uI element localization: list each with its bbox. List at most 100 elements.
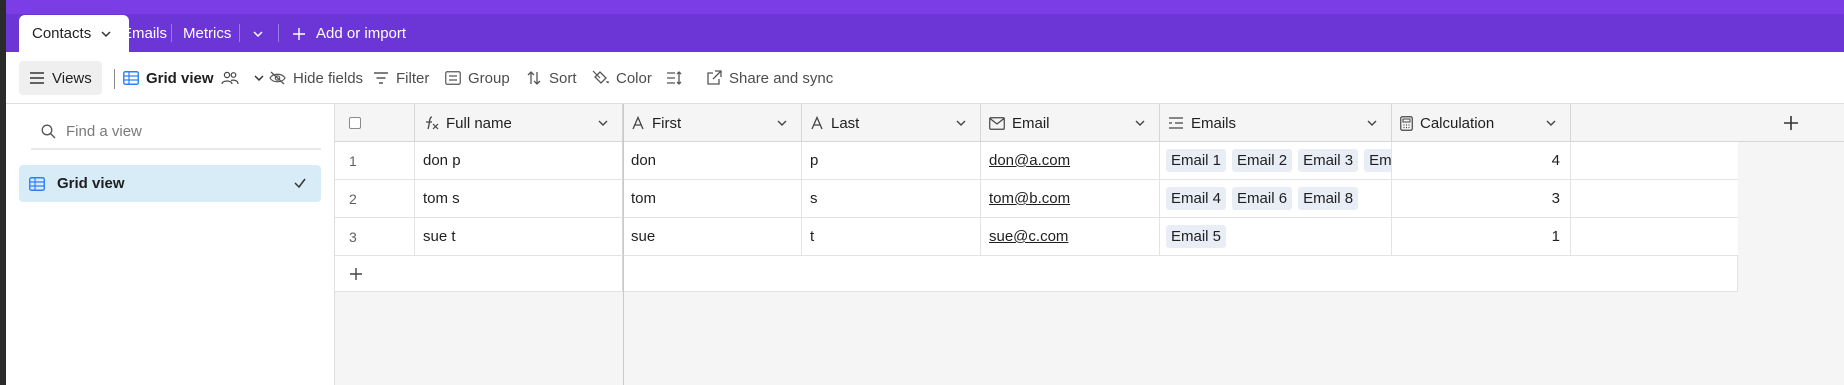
cell-email[interactable]: tom@b.com	[981, 180, 1160, 217]
email-link[interactable]: don@a.com	[989, 152, 1070, 169]
add-record-button[interactable]	[335, 256, 623, 291]
calculator-icon	[1400, 115, 1413, 131]
table-row[interactable]: 2 tom s tom s tom@b.com Email 4 Email 6 …	[335, 180, 1738, 218]
sidebar-item-grid-view[interactable]: Grid view	[19, 165, 321, 202]
grid-view-switcher[interactable]: Grid view	[123, 61, 266, 95]
eye-slash-icon	[269, 71, 286, 85]
cell-emails[interactable]: Email 1 Email 2 Email 3 Email 7	[1160, 142, 1392, 179]
grid-body: 1 don p don p don@a.com Email 1 Email 2 …	[335, 142, 1738, 292]
sort-icon	[527, 71, 541, 85]
chevron-down-icon	[1135, 120, 1145, 126]
tab-contacts[interactable]: Contacts	[19, 15, 129, 52]
find-view-search	[31, 114, 321, 150]
linked-record-pill[interactable]: Email 6	[1232, 187, 1293, 210]
tab-separator	[239, 24, 240, 42]
cell-first[interactable]: sue	[623, 218, 802, 255]
more-tabs-button[interactable]	[251, 15, 265, 52]
cell-first[interactable]: tom	[623, 180, 802, 217]
cell-calculation[interactable]: 4	[1392, 142, 1571, 179]
chevron-down-icon	[1367, 120, 1377, 126]
column-header-label: Emails	[1191, 114, 1237, 132]
cell-emails[interactable]: Email 5	[1160, 218, 1392, 255]
linked-record-pill[interactable]: Email 7	[1364, 149, 1391, 172]
column-header-emails[interactable]: Emails	[1160, 104, 1392, 142]
select-all-checkbox[interactable]	[349, 117, 361, 129]
collaborators-icon	[220, 71, 239, 85]
row-number: 3	[335, 218, 415, 255]
grid-view-label: Grid view	[146, 69, 214, 87]
share-and-sync-label: Share and sync	[729, 69, 834, 87]
linked-record-pill[interactable]: Email 1	[1166, 149, 1227, 172]
add-or-import-label: Add or import	[316, 25, 407, 42]
column-header-label: Full name	[446, 114, 512, 132]
column-header-calculation[interactable]: Calculation	[1392, 104, 1571, 142]
plus-icon	[1784, 115, 1798, 130]
cell-calculation[interactable]: 1	[1392, 218, 1571, 255]
column-header-label: Email	[1012, 114, 1050, 132]
group-button[interactable]: Group	[445, 61, 510, 95]
grid-icon	[123, 71, 139, 85]
records-grid: Full name First Last Email Emails Calcul…	[335, 104, 1844, 385]
cell-calculation[interactable]: 3	[1392, 180, 1571, 217]
table-tabs-bar: Contacts Emails Metrics Add or import	[6, 0, 1844, 52]
group-icon	[445, 71, 461, 85]
linked-record-pill[interactable]: Email 4	[1166, 187, 1227, 210]
top-accent-strip	[6, 0, 1844, 14]
cell-full-name[interactable]: don p	[415, 142, 623, 179]
table-row[interactable]: 3 sue t sue t sue@c.com Email 5 1	[335, 218, 1738, 256]
add-or-import-button[interactable]: Add or import	[292, 15, 406, 52]
plus-icon	[293, 27, 305, 40]
row-height-icon	[667, 71, 682, 85]
find-view-input[interactable]	[66, 122, 296, 140]
select-all-cell	[335, 104, 415, 142]
share-and-sync-button[interactable]: Share and sync	[706, 61, 833, 95]
hide-fields-button[interactable]: Hide fields	[269, 61, 363, 95]
cell-emails[interactable]: Email 4 Email 6 Email 8	[1160, 180, 1392, 217]
cell-last[interactable]: s	[802, 180, 981, 217]
email-link[interactable]: tom@b.com	[989, 190, 1070, 207]
column-header-email[interactable]: Email	[981, 104, 1160, 142]
color-button[interactable]: Color	[592, 61, 652, 95]
chevron-down-icon	[254, 75, 264, 82]
tab-label: Contacts	[32, 25, 92, 42]
sort-button[interactable]: Sort	[526, 61, 577, 95]
cell-full-name[interactable]: sue t	[415, 218, 623, 255]
color-label: Color	[616, 69, 652, 87]
cell-first[interactable]: don	[623, 142, 802, 179]
hamburger-icon	[30, 72, 44, 84]
column-header-first[interactable]: First	[623, 104, 802, 142]
chevron-down-icon	[598, 120, 608, 126]
linked-record-pill[interactable]: Email 3	[1298, 149, 1359, 172]
checkmark-icon	[294, 178, 306, 189]
add-field-button[interactable]	[1738, 104, 1844, 142]
cell-email[interactable]: don@a.com	[981, 142, 1160, 179]
sort-label: Sort	[549, 69, 577, 87]
linked-record-icon	[1169, 117, 1183, 129]
tab-metrics[interactable]: Metrics	[183, 15, 231, 52]
hide-fields-label: Hide fields	[293, 69, 364, 87]
table-row[interactable]: 1 don p don p don@a.com Email 1 Email 2 …	[335, 142, 1738, 180]
linked-record-pill[interactable]: Email 2	[1232, 149, 1293, 172]
text-field-icon	[632, 116, 644, 130]
filter-button[interactable]: Filter	[373, 61, 429, 95]
cell-email[interactable]: sue@c.com	[981, 218, 1160, 255]
cell-full-name[interactable]: tom s	[415, 180, 623, 217]
tab-label: Metrics	[183, 25, 232, 42]
views-button[interactable]: Views	[19, 61, 102, 95]
row-height-button[interactable]	[666, 61, 682, 95]
column-header-full-name[interactable]: Full name	[415, 104, 623, 142]
tab-emails[interactable]: Emails	[122, 15, 167, 52]
formula-icon	[426, 116, 439, 130]
column-header-last[interactable]: Last	[802, 104, 981, 142]
linked-record-pill[interactable]: Email 8	[1298, 187, 1359, 210]
text-field-icon	[811, 116, 823, 130]
cell-last[interactable]: p	[802, 142, 981, 179]
group-label: Group	[468, 69, 510, 87]
plus-icon	[350, 267, 362, 280]
cell-last[interactable]: t	[802, 218, 981, 255]
email-link[interactable]: sue@c.com	[989, 228, 1068, 245]
toolbar-divider	[114, 69, 115, 89]
filter-icon	[374, 72, 388, 84]
linked-record-pill[interactable]: Email 5	[1166, 225, 1227, 248]
grid-icon	[29, 176, 45, 191]
